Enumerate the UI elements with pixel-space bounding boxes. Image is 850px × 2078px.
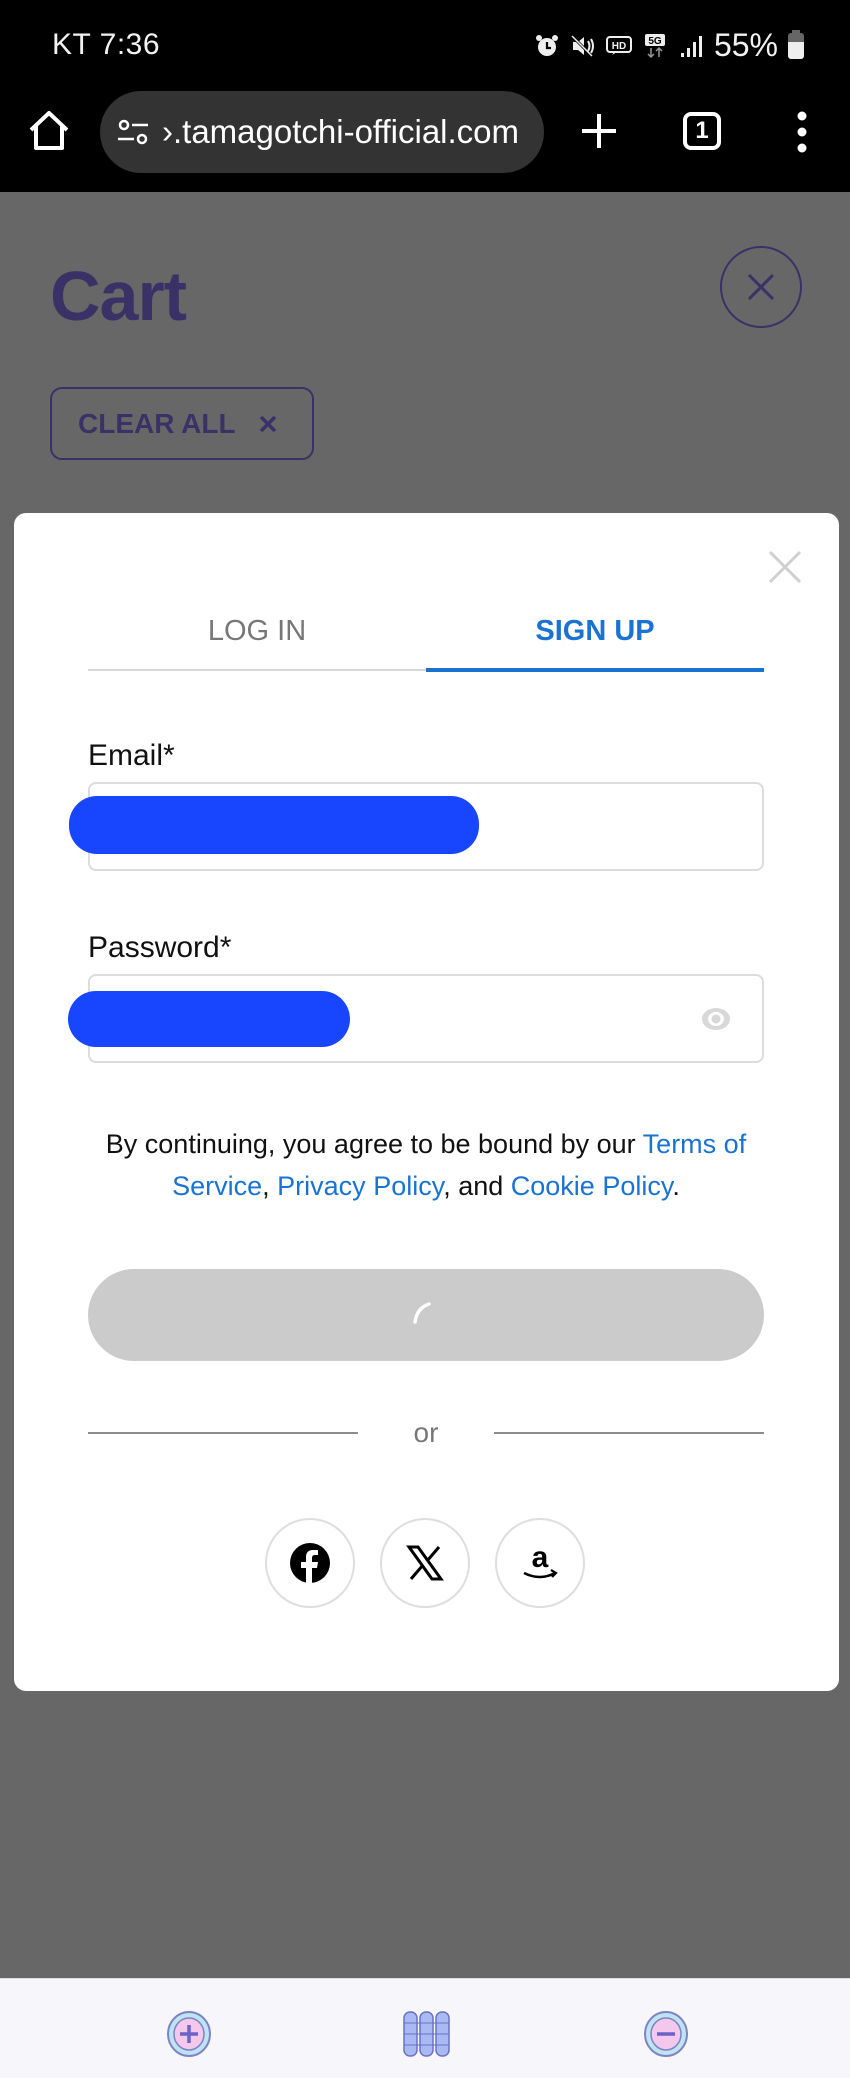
svg-text:HD: HD xyxy=(612,41,626,52)
divider-line xyxy=(494,1432,764,1434)
facebook-icon xyxy=(290,1543,330,1583)
status-icons: HD 5G 55% xyxy=(534,27,804,64)
bottom-toolbar xyxy=(0,1978,850,2078)
terms-text: , and xyxy=(443,1171,511,1201)
or-divider: or xyxy=(88,1413,764,1453)
terms-text: , xyxy=(262,1171,278,1201)
zoom-out-icon xyxy=(644,2011,688,2057)
show-password-icon[interactable] xyxy=(700,1006,732,1032)
social-login-buttons: a xyxy=(265,1518,585,1608)
close-icon xyxy=(259,415,276,432)
cart-close-button[interactable] xyxy=(720,246,802,328)
redaction-mark xyxy=(69,796,479,854)
terms-text: . xyxy=(672,1171,680,1201)
site-settings-icon[interactable] xyxy=(116,117,150,147)
zoom-in-button[interactable] xyxy=(164,2011,214,2057)
close-icon xyxy=(747,273,775,301)
address-bar[interactable]: ›.tamagotchi-official.com xyxy=(100,91,544,173)
svg-text:a: a xyxy=(532,1541,549,1574)
browser-chrome: KT 7:36 HD 5G 55% ›.tamagotchi-official.… xyxy=(0,0,850,192)
page-title: Cart xyxy=(50,257,187,335)
amazon-icon: a xyxy=(523,1541,558,1579)
battery-icon xyxy=(788,29,804,59)
password-label: Password* xyxy=(88,931,232,964)
tab-sign-up[interactable]: SIGN UP xyxy=(426,603,764,672)
x-login-button[interactable] xyxy=(380,1518,470,1608)
svg-text:5G: 5G xyxy=(648,36,662,47)
5g-icon: 5G xyxy=(644,33,665,58)
zoom-in-icon xyxy=(167,2011,211,2057)
tabs-overview-button[interactable] xyxy=(402,2011,452,2057)
terms-notice: By continuing, you agree to be bound by … xyxy=(88,1123,764,1207)
facebook-login-button[interactable] xyxy=(265,1518,355,1608)
zoom-out-button[interactable] xyxy=(641,2011,691,2057)
amazon-login-button[interactable]: a xyxy=(495,1518,585,1608)
auth-modal: LOG IN SIGN UP Email* Password* By conti… xyxy=(14,513,839,1691)
more-menu-icon[interactable] xyxy=(795,110,809,154)
battery-percent: 55% xyxy=(713,27,778,63)
mute-icon xyxy=(570,34,594,57)
modal-close-icon[interactable] xyxy=(767,549,803,585)
status-time: KT 7:36 xyxy=(52,28,161,61)
url-text[interactable]: ›.tamagotchi-official.com xyxy=(162,113,519,151)
or-text: or xyxy=(413,1417,439,1448)
auth-tabs: LOG IN SIGN UP xyxy=(88,603,764,672)
redaction-mark xyxy=(68,991,350,1047)
hd-voice-icon: HD xyxy=(605,35,632,55)
sign-up-submit-button[interactable] xyxy=(88,1269,764,1361)
home-icon[interactable] xyxy=(26,108,72,154)
columns-icon xyxy=(403,2011,450,2057)
tab-switcher-button[interactable]: 1 xyxy=(683,112,721,150)
tab-log-in[interactable]: LOG IN xyxy=(88,603,426,669)
loading-spinner-icon xyxy=(413,1302,431,1324)
new-tab-icon[interactable] xyxy=(578,110,620,152)
terms-text: By continuing, you agree to be bound by … xyxy=(105,1129,643,1159)
cookie-policy-link[interactable]: Cookie Policy xyxy=(511,1171,673,1201)
clear-all-button[interactable]: CLEAR ALL xyxy=(50,387,314,460)
alarm-icon xyxy=(535,34,558,56)
x-icon xyxy=(406,1545,444,1581)
email-label: Email* xyxy=(88,739,175,772)
clear-all-label: CLEAR ALL xyxy=(78,407,236,439)
privacy-policy-link[interactable]: Privacy Policy xyxy=(277,1171,443,1201)
divider-line xyxy=(88,1432,358,1434)
signal-icon xyxy=(680,35,702,57)
